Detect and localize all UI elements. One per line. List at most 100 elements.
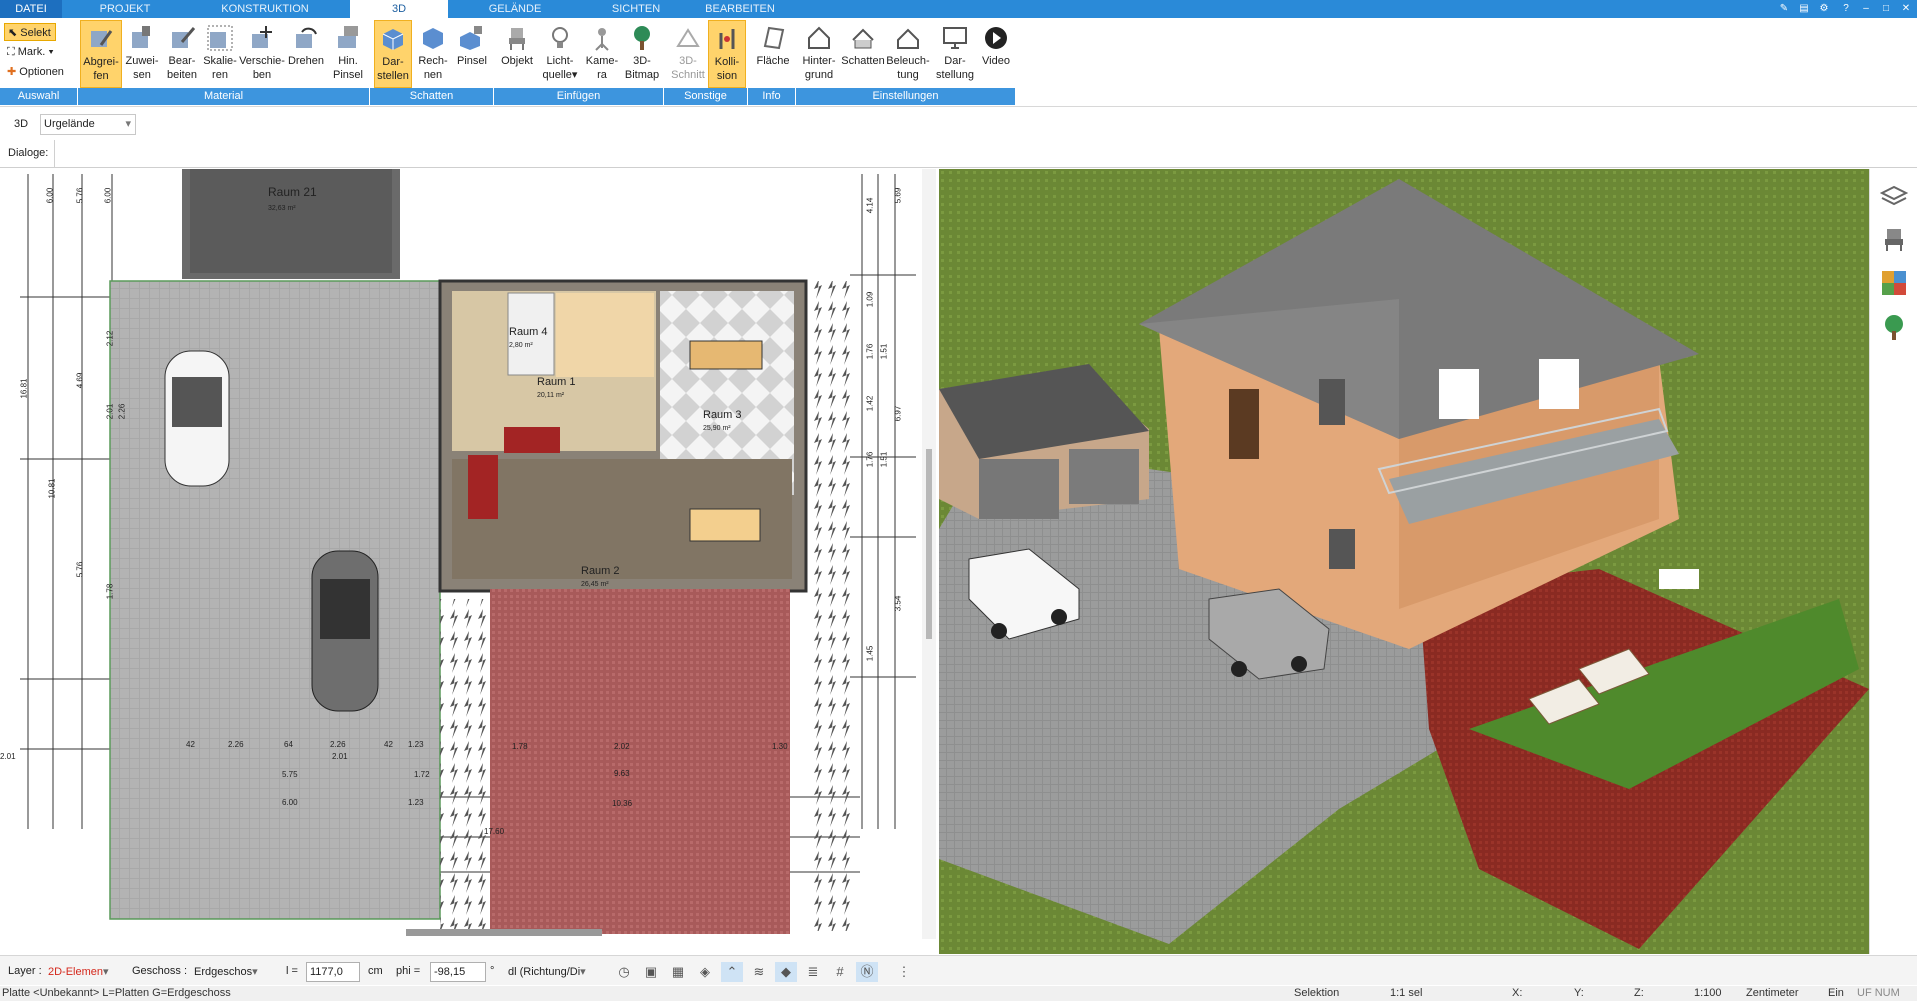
insert-light-button[interactable]: Licht- quelle▾ [538,20,582,88]
shadow-settings-button[interactable]: Schatten [840,20,886,88]
move-material-button[interactable]: Verschie- ben [238,20,286,88]
collision-icon [719,29,735,49]
direction-select[interactable]: dl (Richtung/Di▾ [504,962,600,982]
collision-button[interactable]: Kolli- sion [708,20,746,88]
assign-label1: Zuwei- [125,55,159,67]
phi-input[interactable]: -98,15 [430,962,486,982]
background-brush-button[interactable]: Hin. Pinsel [326,20,370,88]
select-button[interactable]: ⬉ Selekt [4,23,56,41]
pane-splitter[interactable] [922,169,936,939]
tab-gelaende[interactable]: GELÄNDE [480,0,550,18]
screen-icon[interactable]: ▣ [640,962,662,982]
level-select[interactable]: Urgelände ▾ [40,114,136,135]
walls-icon[interactable]: ▦ [667,962,689,982]
room-4-area: 2,80 m² [509,342,533,349]
north-icon[interactable]: Ⓝ [856,962,878,982]
layers-icon[interactable] [1879,181,1909,209]
shadow-brush-button[interactable]: Pinsel [452,20,492,88]
status-selected-count: 1:1 sel [1390,987,1423,999]
car-dark-2d[interactable] [311,550,379,712]
room-3-name: Raum 3 [703,409,742,421]
plan-horizontal-scrollbar[interactable] [406,929,602,936]
snap-icon[interactable]: ⌃ [721,962,743,982]
door-3d [1229,389,1259,459]
tab-3d[interactable]: 3D [350,0,448,18]
dining-table-2d[interactable] [689,340,763,370]
close-icon[interactable]: ✕ [1898,1,1914,17]
tab-projekt[interactable]: PROJEKT [90,0,160,18]
display-shadow-button[interactable]: Dar- stellen [374,20,412,88]
assign-material-button[interactable]: Zuwei- sen [122,20,162,88]
compute-shadow-button[interactable]: Rech- nen [414,20,452,88]
dimension-text: 2.01 [0,752,16,761]
move-label1: Verschie- [239,55,285,67]
scale-material-button[interactable]: Skalie- ren [202,20,238,88]
sofa-2d-side[interactable] [468,455,498,519]
plants-icon[interactable] [1880,313,1908,341]
materials-icon[interactable] [1880,269,1908,297]
texture-icon[interactable]: ≣ [802,962,824,982]
layout-icon[interactable]: ▤ [1796,1,1812,17]
tab-datei[interactable]: DATEI [0,0,62,18]
status-flags: UF NUM RF [1857,987,1900,999]
dining-table-2d-lower[interactable] [689,508,761,542]
more-icon[interactable]: ⋮ [893,962,915,982]
representation-button[interactable]: Dar- stellung [932,20,978,88]
insert-object-button[interactable]: Objekt [496,20,538,88]
room-2-name: Raum 2 [581,565,620,577]
group-einfuegen: Einfügen [494,88,664,105]
background-button[interactable]: Hinter- grund [798,20,840,88]
group-einstellungen: Einstellungen [796,88,1016,105]
tab-konstruktion[interactable]: KONSTRUKTION [215,0,315,18]
maximize-icon[interactable]: □ [1878,1,1894,17]
video-button[interactable]: Video [978,20,1014,88]
dimension-text: 1.78 [105,583,115,600]
object-3d-icon[interactable]: ◈ [694,962,716,982]
terrace[interactable] [490,589,790,934]
insert-camera-button[interactable]: Kame- ra [582,20,622,88]
floorplan-canvas[interactable] [0,169,922,939]
driveway-paving[interactable] [109,280,441,920]
dimension-text: 4.14 [865,197,875,214]
area-info-button[interactable]: Fläche [752,20,794,88]
plane-icon[interactable]: ◆ [775,962,797,982]
length-input[interactable]: 1177,0 [306,962,360,982]
mark-button[interactable]: ⛶ Mark. ▾ [4,43,64,61]
rotate-material-button[interactable]: Drehen [286,20,326,88]
clock-icon[interactable]: ◷ [613,962,635,982]
help-icon[interactable]: ? [1838,1,1854,17]
3d-section-button[interactable]: 3D- Schnitt [668,20,708,88]
edit-material-button[interactable]: Bear- beiten [162,20,202,88]
3d-canvas[interactable] [939,169,1869,954]
properties-bar: Layer : 2D-Elemen▾ Geschoss : Erdgeschos… [0,955,1917,985]
minimize-icon[interactable]: – [1858,1,1874,17]
compute-label2: nen [423,69,443,81]
car-white-2d[interactable] [164,350,230,487]
garden-table-3d[interactable] [1659,569,1699,589]
plan-vertical-scrollbar[interactable] [926,449,932,639]
furniture-icon[interactable] [1880,225,1908,253]
3d-viewport[interactable] [939,169,1869,954]
options-label: Optionen [19,66,64,78]
grid-icon[interactable]: # [829,962,851,982]
room-label: Raum 1 20,11 m² [537,376,576,400]
settings-icon[interactable]: ⚙ [1816,1,1832,17]
lighting-button[interactable]: Beleuch- tung [886,20,930,88]
tab-bearbeiten[interactable]: BEARBEITEN [700,0,780,18]
geschoss-select[interactable]: Erdgeschos▾ [190,962,268,982]
insert-3d-bitmap-button[interactable]: 3D- Bitmap [622,20,662,88]
room-4-name: Raum 4 [509,326,548,338]
tab-sichten[interactable]: SICHTEN [600,0,672,18]
staircase[interactable] [556,293,654,377]
status-scale: 1:100 [1694,987,1722,999]
dimension-text: 6.00 [282,798,298,807]
dimension-text: 2.12 [105,330,115,347]
tools-icon[interactable]: ✎ [1776,1,1792,17]
floorplan-view[interactable]: Raum 21 32,63 m² Raum 4 2,80 m² Raum 1 20,1… [0,169,936,939]
options-button[interactable]: ✚ Optionen [4,63,76,81]
view-toolbar: 3D Urgelände ▾ [0,110,1917,140]
pick-material-button[interactable]: Abgrei- fen [80,20,122,88]
hatch-icon[interactable]: ≋ [748,962,770,982]
layer-select[interactable]: 2D-Elemen▾ [44,962,120,982]
sofa-2d[interactable] [504,427,560,453]
